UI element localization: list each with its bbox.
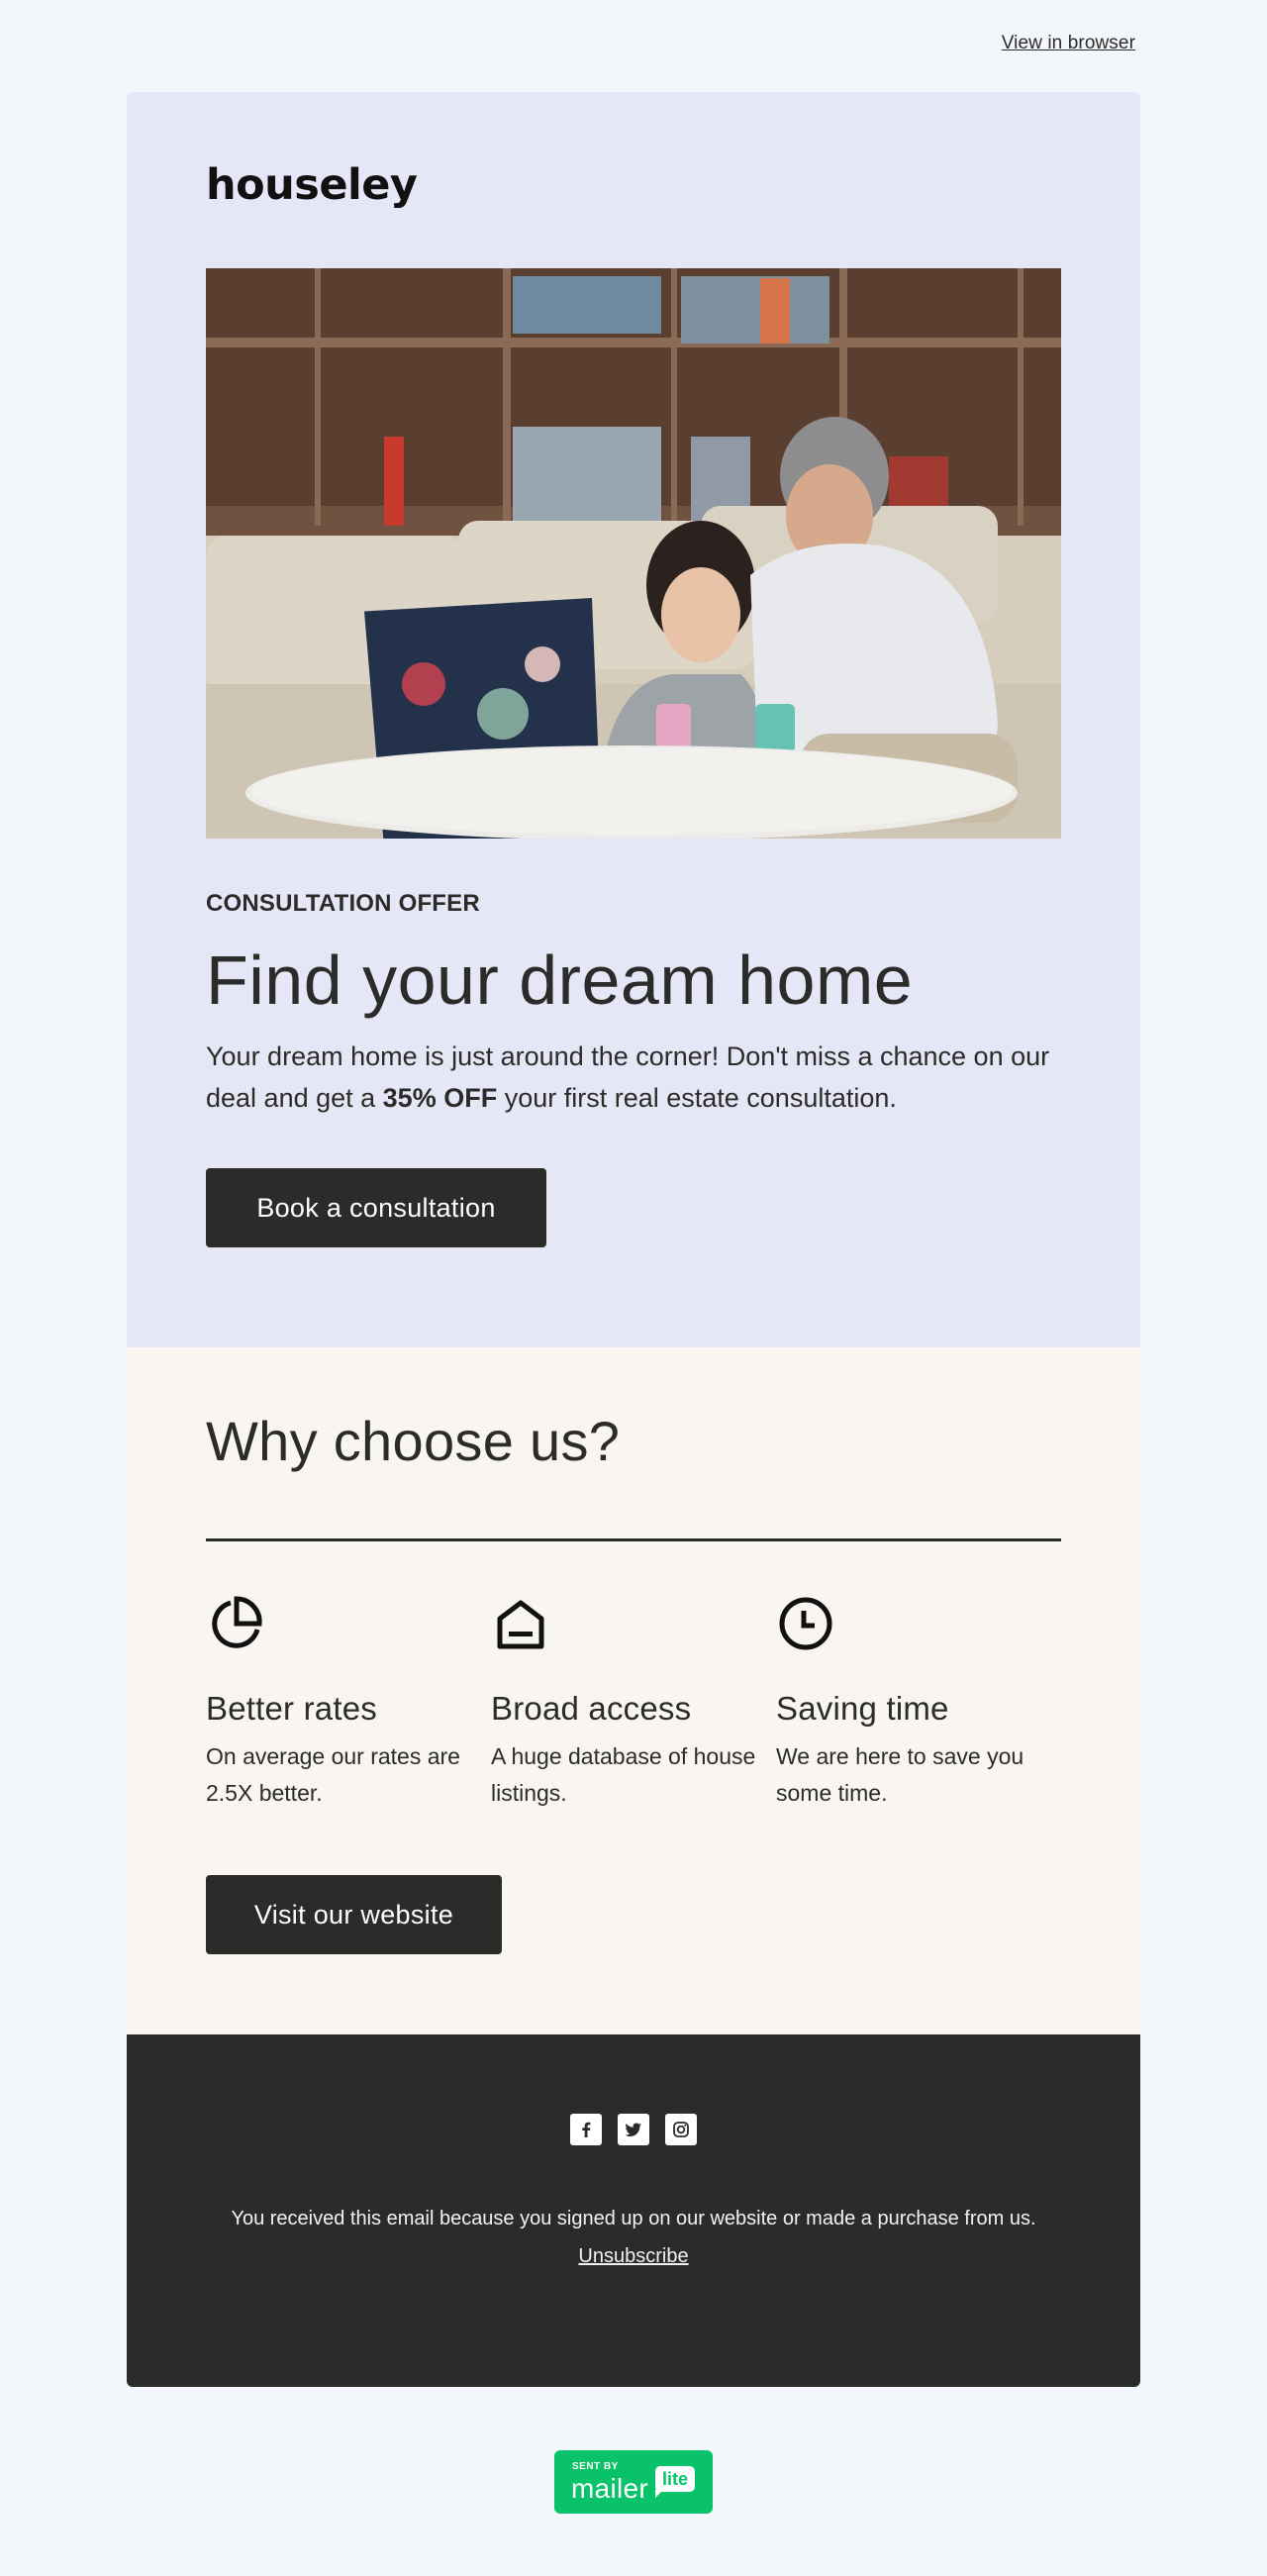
hero-photo-illustration [206, 268, 1061, 839]
twitter-link[interactable] [618, 2114, 649, 2145]
top-bar: View in browser [0, 0, 1267, 92]
instagram-link[interactable] [665, 2114, 697, 2145]
feature-description: On average our rates are 2.5X better. [206, 1743, 460, 1806]
feature-title: Better rates [206, 1690, 377, 1727]
clock-icon [779, 1597, 832, 1650]
feature-better-rates: Better rates On average our rates are 2.… [206, 1594, 491, 1812]
hero-section: houseley CONSULTATION OFFER Find your dr… [127, 92, 1140, 1347]
house-icon [497, 1600, 544, 1649]
feature-title: Saving time [776, 1690, 949, 1727]
badge-brand-suffix: lite [655, 2466, 695, 2492]
badge-brand: mailer [571, 2473, 649, 2504]
features-list: Better rates On average our rates are 2.… [206, 1594, 1061, 1812]
lead-text-end: your first real estate consultation. [497, 1083, 897, 1113]
feature-title: Broad access [491, 1690, 692, 1727]
unsubscribe-link[interactable]: Unsubscribe [578, 2245, 688, 2268]
hero-headline: Find your dream home [206, 941, 914, 1019]
visit-website-button[interactable]: Visit our website [206, 1875, 502, 1954]
facebook-icon [582, 2122, 591, 2137]
feature-saving-time: Saving time We are here to save you some… [776, 1594, 1061, 1812]
why-title: Why choose us? [206, 1410, 621, 1472]
why-choose-us-section: Why choose us? Better rates On average o… [127, 1347, 1140, 2034]
discount-highlight: 35% OFF [382, 1083, 498, 1113]
badge-sent-by: SENT BY [572, 2461, 619, 2472]
email-card: houseley CONSULTATION OFFER Find your dr… [127, 92, 1140, 2387]
feature-broad-access: Broad access A huge database of house li… [491, 1594, 776, 1812]
instagram-icon [673, 2122, 689, 2137]
subscription-notice: You received this email because you sign… [231, 2208, 1036, 2229]
section-divider [206, 1538, 1061, 1541]
brand-logo: houseley [206, 160, 418, 210]
offer-eyebrow: CONSULTATION OFFER [206, 890, 480, 917]
feature-description: We are here to save you some time. [776, 1743, 1024, 1806]
book-consultation-button[interactable]: Book a consultation [206, 1168, 546, 1247]
social-links [127, 2114, 1140, 2145]
pie-chart-icon [212, 1596, 262, 1648]
email-footer: You received this email because you sign… [127, 2034, 1140, 2387]
mailerlite-badge[interactable]: SENT BY mailer lite [554, 2450, 713, 2514]
hero-lead: Your dream home is just around the corne… [206, 1036, 1077, 1119]
twitter-icon [625, 2123, 641, 2136]
speech-bubble-tail-icon [655, 2490, 663, 2498]
view-in-browser-link[interactable]: View in browser [1002, 33, 1135, 54]
hero-image [206, 268, 1061, 839]
feature-description: A huge database of house listings. [491, 1743, 756, 1806]
facebook-link[interactable] [570, 2114, 602, 2145]
